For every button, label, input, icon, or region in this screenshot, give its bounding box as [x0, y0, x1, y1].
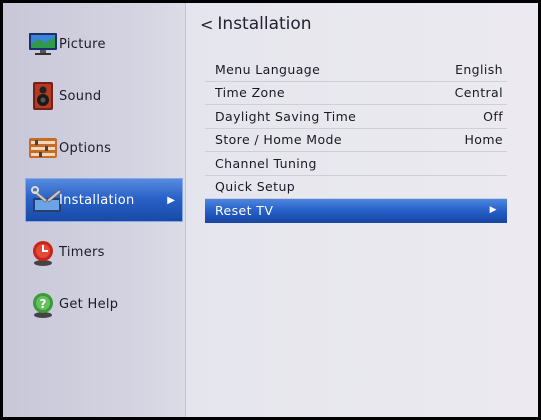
setting-reset-tv[interactable]: Reset TV ▶: [205, 199, 507, 223]
tv-menu-frame: Picture Sound Options Installation ▶ Tim…: [3, 3, 538, 417]
sidebar: Picture Sound Options Installation ▶ Tim…: [3, 3, 186, 417]
sidebar-item-sound[interactable]: Sound: [3, 70, 185, 122]
sidebar-item-label: Options: [59, 140, 112, 156]
setting-label: Reset TV: [215, 202, 274, 218]
setting-label: Quick Setup: [215, 179, 296, 195]
settings-list: Menu Language English Time Zone Central …: [205, 58, 507, 223]
setting-label: Menu Language: [215, 61, 321, 77]
setting-value: Off: [483, 108, 503, 124]
sidebar-item-options[interactable]: Options: [3, 122, 185, 174]
back-arrow-icon[interactable]: <: [200, 15, 213, 34]
setting-value: English: [455, 61, 503, 77]
sidebar-item-label: Picture: [59, 36, 106, 52]
setting-quick-setup[interactable]: Quick Setup: [205, 176, 507, 199]
menu-title: Installation: [217, 14, 312, 34]
setting-store-home-mode[interactable]: Store / Home Mode Home: [205, 129, 507, 152]
options-icon: [27, 132, 59, 164]
setting-label: Time Zone: [215, 85, 285, 101]
setting-label: Daylight Saving Time: [215, 108, 357, 124]
sound-icon: [27, 80, 59, 112]
sidebar-item-installation[interactable]: Installation ▶: [25, 178, 183, 222]
sidebar-item-label: Sound: [59, 88, 102, 104]
sidebar-item-label: Timers: [59, 244, 105, 260]
help-icon: ?: [27, 288, 59, 320]
setting-label: Channel Tuning: [215, 155, 317, 171]
page-title: < Installation: [200, 11, 312, 37]
svg-text:?: ?: [40, 297, 47, 311]
setting-label: Store / Home Mode: [215, 132, 342, 148]
chevron-right-icon: ▶: [167, 194, 175, 206]
setting-value: Central: [454, 85, 503, 101]
sidebar-item-label: Get Help: [59, 296, 119, 312]
timers-icon: [27, 236, 59, 268]
play-arrow-icon: ▶: [489, 205, 497, 216]
setting-menu-language[interactable]: Menu Language English: [205, 58, 507, 82]
setting-value: Home: [464, 132, 503, 148]
sidebar-item-label: Installation: [59, 192, 135, 208]
sidebar-item-timers[interactable]: Timers: [3, 226, 185, 278]
picture-icon: [27, 28, 59, 60]
setting-channel-tuning[interactable]: Channel Tuning: [205, 152, 507, 176]
setting-daylight-saving-time[interactable]: Daylight Saving Time Off: [205, 105, 507, 129]
sidebar-item-get-help[interactable]: ? Get Help: [3, 278, 185, 330]
setting-time-zone[interactable]: Time Zone Central: [205, 82, 507, 105]
sidebar-item-picture[interactable]: Picture: [3, 18, 185, 70]
